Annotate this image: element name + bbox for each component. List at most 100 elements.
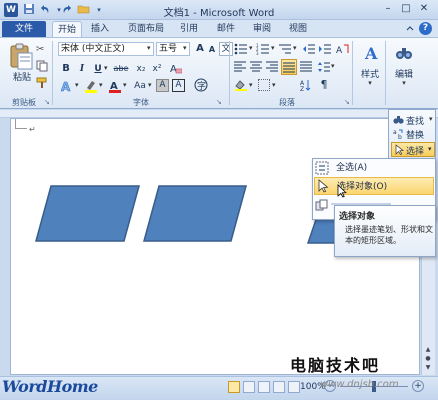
sort-icon[interactable]: AZ bbox=[300, 79, 312, 93]
tooltip-body: 选择墨迹笔划、形状和文本的矩形区域。 bbox=[345, 225, 433, 245]
grow-font-icon[interactable]: A bbox=[194, 43, 206, 54]
browse-object-icon[interactable]: ● bbox=[422, 355, 434, 363]
numbering-dropdown-icon[interactable]: ▾ bbox=[271, 44, 275, 52]
borders-icon[interactable] bbox=[258, 79, 270, 91]
find-label: 查找 bbox=[406, 117, 425, 127]
justify-icon[interactable] bbox=[281, 59, 297, 75]
tab-view[interactable]: 视图 bbox=[284, 21, 312, 37]
paragraph-dialog-launcher-icon[interactable]: ↘ bbox=[344, 98, 351, 106]
clipboard-dialog-launcher-icon[interactable]: ↘ bbox=[44, 98, 51, 106]
copy-icon[interactable] bbox=[36, 60, 48, 72]
enclose-characters-icon[interactable]: 字 bbox=[194, 78, 208, 92]
align-center-icon[interactable] bbox=[250, 61, 262, 73]
borders-dropdown-icon[interactable]: ▾ bbox=[272, 81, 276, 89]
tab-file[interactable]: 文件 bbox=[2, 21, 46, 37]
font-color-dropdown-icon[interactable]: ▾ bbox=[123, 81, 127, 89]
previous-page-icon[interactable]: ▲ bbox=[422, 346, 434, 354]
select-cursor-icon bbox=[394, 144, 405, 155]
replace-icon: ab bbox=[393, 128, 404, 141]
bullets-icon[interactable] bbox=[234, 43, 248, 55]
wen-button[interactable]: 文 bbox=[219, 42, 233, 56]
shading-dropdown-icon[interactable]: ▾ bbox=[249, 81, 253, 89]
strikethrough-button[interactable]: abe bbox=[112, 62, 130, 76]
menu-item-select-all[interactable]: 全选(A) bbox=[314, 159, 434, 177]
change-case-button[interactable]: Aa bbox=[132, 79, 148, 93]
print-layout-icon[interactable] bbox=[228, 381, 240, 393]
find-button[interactable]: 查找 ▾ bbox=[391, 113, 435, 127]
cut-icon[interactable]: ✂ bbox=[36, 44, 48, 56]
underline-button[interactable]: U bbox=[92, 62, 104, 76]
underline-dropdown-icon[interactable]: ▾ bbox=[104, 64, 108, 72]
subscript-button[interactable]: x₂ bbox=[134, 62, 148, 76]
increase-indent-icon[interactable] bbox=[318, 43, 332, 55]
select-label: 选择 bbox=[406, 147, 425, 157]
close-button[interactable]: ✕ bbox=[416, 2, 432, 16]
paste-icon[interactable] bbox=[8, 42, 34, 70]
numbering-icon[interactable]: 123 bbox=[256, 43, 270, 56]
maximize-button[interactable]: □ bbox=[398, 2, 414, 16]
multilevel-dropdown-icon[interactable]: ▾ bbox=[293, 44, 297, 52]
outline-view-icon[interactable] bbox=[273, 381, 285, 393]
tab-mailings[interactable]: 邮件 bbox=[212, 21, 240, 37]
next-page-icon[interactable]: ▼ bbox=[422, 364, 434, 372]
font-name-dropdown-icon[interactable]: ▾ bbox=[147, 44, 151, 52]
tab-page-layout[interactable]: 页面布局 bbox=[122, 21, 170, 37]
minimize-button[interactable]: – bbox=[380, 2, 396, 16]
bullets-dropdown-icon[interactable]: ▾ bbox=[249, 44, 253, 52]
font-dialog-launcher-icon[interactable]: ↘ bbox=[216, 98, 223, 106]
editing-panel: 查找 ▾ ab 替换 选择 ▾ bbox=[388, 109, 436, 159]
shading-icon[interactable] bbox=[234, 79, 248, 91]
menu-item-select-objects[interactable]: 选择对象(O) bbox=[314, 177, 434, 195]
full-screen-reading-icon[interactable] bbox=[243, 381, 255, 393]
tab-insert[interactable]: 插入 bbox=[86, 21, 114, 37]
styles-icon: A bbox=[362, 44, 380, 63]
web-layout-icon[interactable] bbox=[258, 381, 270, 393]
font-size-dropdown-icon[interactable]: ▾ bbox=[183, 44, 187, 52]
zoom-in-icon[interactable]: + bbox=[412, 380, 424, 392]
character-border-button[interactable]: A bbox=[172, 79, 185, 92]
help-icon[interactable]: ? bbox=[419, 22, 432, 35]
distributed-icon[interactable] bbox=[300, 61, 312, 73]
window-title: 文档1 - Microsoft Word bbox=[163, 8, 275, 19]
line-spacing-dropdown-icon[interactable]: ▾ bbox=[331, 62, 335, 70]
ribbon-minimize-icon[interactable] bbox=[404, 23, 416, 35]
change-case-dropdown-icon[interactable]: ▾ bbox=[148, 81, 152, 89]
highlight-dropdown-icon[interactable]: ▾ bbox=[99, 81, 103, 89]
font-name-combo[interactable]: 宋体 (中文正文) bbox=[58, 42, 154, 56]
character-shading-button[interactable]: A bbox=[156, 79, 169, 92]
align-left-icon[interactable] bbox=[234, 61, 246, 73]
replace-button[interactable]: ab 替换 bbox=[391, 127, 435, 141]
styles-button[interactable]: A 样式 ▾ bbox=[356, 42, 384, 96]
draft-view-icon[interactable] bbox=[288, 381, 300, 393]
tab-home[interactable]: 开始 bbox=[52, 21, 82, 37]
font-color-icon[interactable]: A bbox=[108, 79, 122, 93]
dnjsb-watermark: 电脑技术吧 bbox=[290, 356, 381, 375]
select-button[interactable]: 选择 ▾ bbox=[391, 142, 435, 157]
editing-button[interactable]: 编辑 ▾ bbox=[388, 42, 420, 96]
text-effects-icon[interactable]: A bbox=[60, 79, 74, 95]
decrease-indent-icon[interactable] bbox=[302, 43, 316, 55]
parallelogram-shape[interactable] bbox=[143, 185, 247, 242]
multilevel-list-icon[interactable] bbox=[278, 43, 292, 55]
clear-formatting-icon[interactable]: A bbox=[170, 62, 183, 75]
paste-button-label[interactable]: 粘贴 bbox=[8, 70, 36, 83]
tab-references[interactable]: 引用 bbox=[176, 21, 202, 37]
parallelogram-shape[interactable] bbox=[35, 185, 140, 242]
chinese-layout-icon[interactable]: A bbox=[336, 43, 350, 56]
italic-button[interactable]: I bbox=[76, 62, 88, 76]
align-right-icon[interactable] bbox=[266, 61, 278, 73]
shrink-font-icon[interactable]: A bbox=[207, 45, 217, 54]
superscript-button[interactable]: x² bbox=[150, 62, 164, 76]
bold-button[interactable]: B bbox=[60, 62, 72, 76]
line-spacing-icon[interactable] bbox=[318, 61, 330, 73]
text-effects-dropdown-icon[interactable]: ▾ bbox=[75, 81, 79, 89]
mouse-cursor-icon bbox=[337, 184, 347, 198]
tab-review[interactable]: 审阅 bbox=[248, 21, 276, 37]
find-dropdown-icon: ▾ bbox=[429, 115, 433, 123]
highlight-color-icon[interactable] bbox=[84, 79, 98, 93]
binoculars-icon bbox=[393, 114, 404, 125]
show-formatting-marks-icon[interactable]: ¶ bbox=[318, 79, 330, 91]
styles-dropdown-icon: ▾ bbox=[368, 79, 372, 87]
editing-binoculars-icon bbox=[395, 44, 413, 62]
format-painter-icon[interactable] bbox=[36, 77, 48, 89]
